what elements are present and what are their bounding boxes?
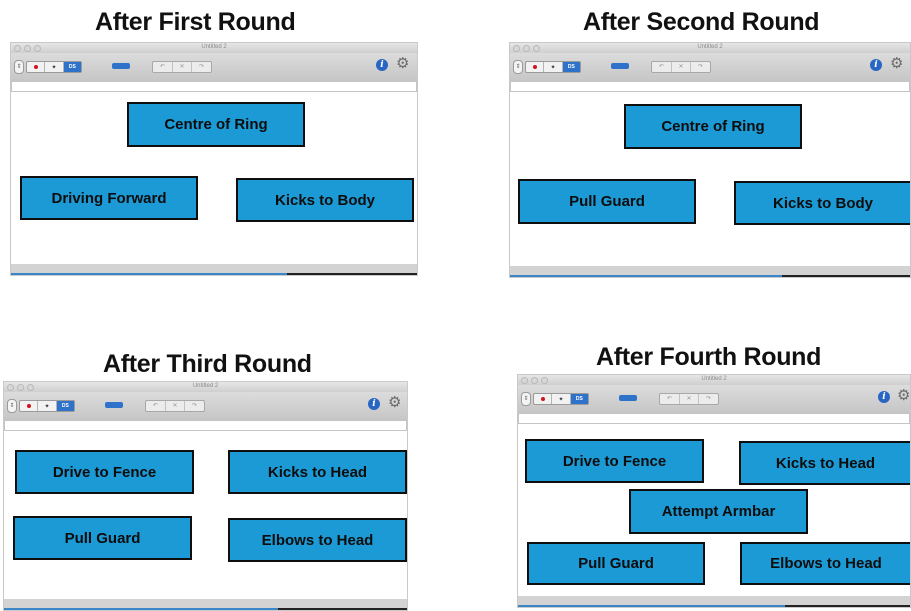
tag-centre-of-ring[interactable]: Centre of Ring [127,102,305,147]
redo-icon[interactable]: ↷ [691,62,710,72]
window-title: Untitled 2 [697,44,723,50]
record-icon[interactable] [534,394,553,404]
pointer-icon[interactable]: ✦ [38,401,57,411]
status-bar [518,596,910,607]
mode-segmented-control[interactable]: ✦ DS [533,393,589,405]
info-icon[interactable]: i [368,398,380,410]
panel-heading: After Fourth Round [596,343,822,371]
record-icon[interactable] [20,401,39,411]
tag-pull-guard[interactable]: Pull Guard [527,542,705,585]
window-titlebar: Untitled 2 [518,375,910,385]
redo-icon[interactable]: ↷ [699,394,718,404]
tag-kicks-to-head[interactable]: Kicks to Head [228,450,407,494]
stepper-icon[interactable]: ⇕ [513,60,523,74]
info-icon[interactable]: i [878,391,890,403]
pointer-icon[interactable]: ✦ [552,394,571,404]
edit-controls[interactable]: ↶ ✕ ↷ [145,400,205,412]
gear-icon[interactable]: ⚙ [388,394,401,412]
window-titlebar: Untitled 2 [11,43,417,53]
tag-pull-guard[interactable]: Pull Guard [13,516,192,560]
gear-icon[interactable]: ⚙ [396,55,409,73]
stepper-icon[interactable]: ⇕ [521,392,531,406]
pointer-icon[interactable]: ✦ [45,62,64,72]
toolbar: ⇕ ✦ DS ↶ ✕ ↷ i ⚙ [510,53,910,82]
tag-kicks-to-body[interactable]: Kicks to Body [734,181,910,225]
ds-icon[interactable]: DS [63,62,81,72]
delete-icon[interactable]: ✕ [166,401,186,411]
gear-icon[interactable]: ⚙ [890,55,903,73]
panel-heading: After First Round [95,8,296,36]
undo-icon[interactable]: ↶ [146,401,166,411]
window-title: Untitled 2 [201,44,227,50]
keyboard-icon[interactable] [105,402,123,408]
delete-icon[interactable]: ✕ [680,394,700,404]
tag-elbows-to-head[interactable]: Elbows to Head [740,542,910,585]
toolbar: ⇕ ✦ DS ↶ ✕ ↷ i ⚙ [518,385,910,414]
tag-centre-of-ring[interactable]: Centre of Ring [624,104,802,149]
undo-icon[interactable]: ↶ [660,394,680,404]
record-icon[interactable] [27,62,46,72]
info-icon[interactable]: i [376,59,388,71]
panel-heading: After Third Round [103,350,312,378]
panel-heading: After Second Round [583,8,820,36]
window-titlebar: Untitled 2 [4,382,407,392]
pointer-icon[interactable]: ✦ [544,62,563,72]
gear-icon[interactable]: ⚙ [897,387,910,405]
mode-segmented-control[interactable]: ✦ DS [525,61,581,73]
delete-icon[interactable]: ✕ [672,62,692,72]
app-window: Untitled 2 ⇕ ✦ DS ↶ ✕ ↷ i ⚙ Drive to Fen… [517,374,911,608]
search-input[interactable] [4,420,407,431]
tag-kicks-to-head[interactable]: Kicks to Head [739,441,910,485]
mode-segmented-control[interactable]: ✦ DS [19,400,75,412]
window-titlebar: Untitled 2 [510,43,910,53]
edit-controls[interactable]: ↶ ✕ ↷ [152,61,212,73]
ds-icon[interactable]: DS [562,62,580,72]
stepper-icon[interactable]: ⇕ [7,399,17,413]
search-input[interactable] [518,413,910,424]
redo-icon[interactable]: ↷ [185,401,204,411]
tag-drive-to-fence[interactable]: Drive to Fence [525,439,704,483]
app-window: Untitled 2 ⇕ ✦ DS ↶ ✕ ↷ i ⚙ Centre of Ri… [10,42,418,276]
status-bar [4,599,407,610]
search-input[interactable] [11,81,417,92]
tag-kicks-to-body[interactable]: Kicks to Body [236,178,414,222]
window-title: Untitled 2 [701,376,727,382]
keyboard-icon[interactable] [619,395,637,401]
record-icon[interactable] [526,62,545,72]
ds-icon[interactable]: DS [570,394,588,404]
keyboard-icon[interactable] [611,63,629,69]
app-window: Untitled 2 ⇕ ✦ DS ↶ ✕ ↷ i ⚙ Centre of Ri… [509,42,911,278]
info-icon[interactable]: i [870,59,882,71]
window-title: Untitled 2 [192,383,219,389]
stepper-icon[interactable]: ⇕ [14,60,24,74]
tag-pull-guard[interactable]: Pull Guard [518,179,696,224]
toolbar: ⇕ ✦ DS ↶ ✕ ↷ i ⚙ [4,392,407,421]
mode-segmented-control[interactable]: ✦ DS [26,61,82,73]
keyboard-icon[interactable] [112,63,130,69]
search-input[interactable] [510,81,910,92]
undo-icon[interactable]: ↶ [153,62,173,72]
tag-drive-to-fence[interactable]: Drive to Fence [15,450,194,494]
tag-driving-forward[interactable]: Driving Forward [20,176,198,220]
delete-icon[interactable]: ✕ [173,62,193,72]
app-window: Untitled 2 ⇕ ✦ DS ↶ ✕ ↷ i ⚙ Drive to Fen… [3,381,408,611]
ds-icon[interactable]: DS [56,401,74,411]
redo-icon[interactable]: ↷ [192,62,211,72]
status-bar [11,264,417,275]
tag-elbows-to-head[interactable]: Elbows to Head [228,518,407,562]
edit-controls[interactable]: ↶ ✕ ↷ [659,393,719,405]
toolbar: ⇕ ✦ DS ↶ ✕ ↷ i ⚙ [11,53,417,82]
undo-icon[interactable]: ↶ [652,62,672,72]
status-bar [510,266,910,277]
tag-attempt-armbar[interactable]: Attempt Armbar [629,489,808,534]
edit-controls[interactable]: ↶ ✕ ↷ [651,61,711,73]
